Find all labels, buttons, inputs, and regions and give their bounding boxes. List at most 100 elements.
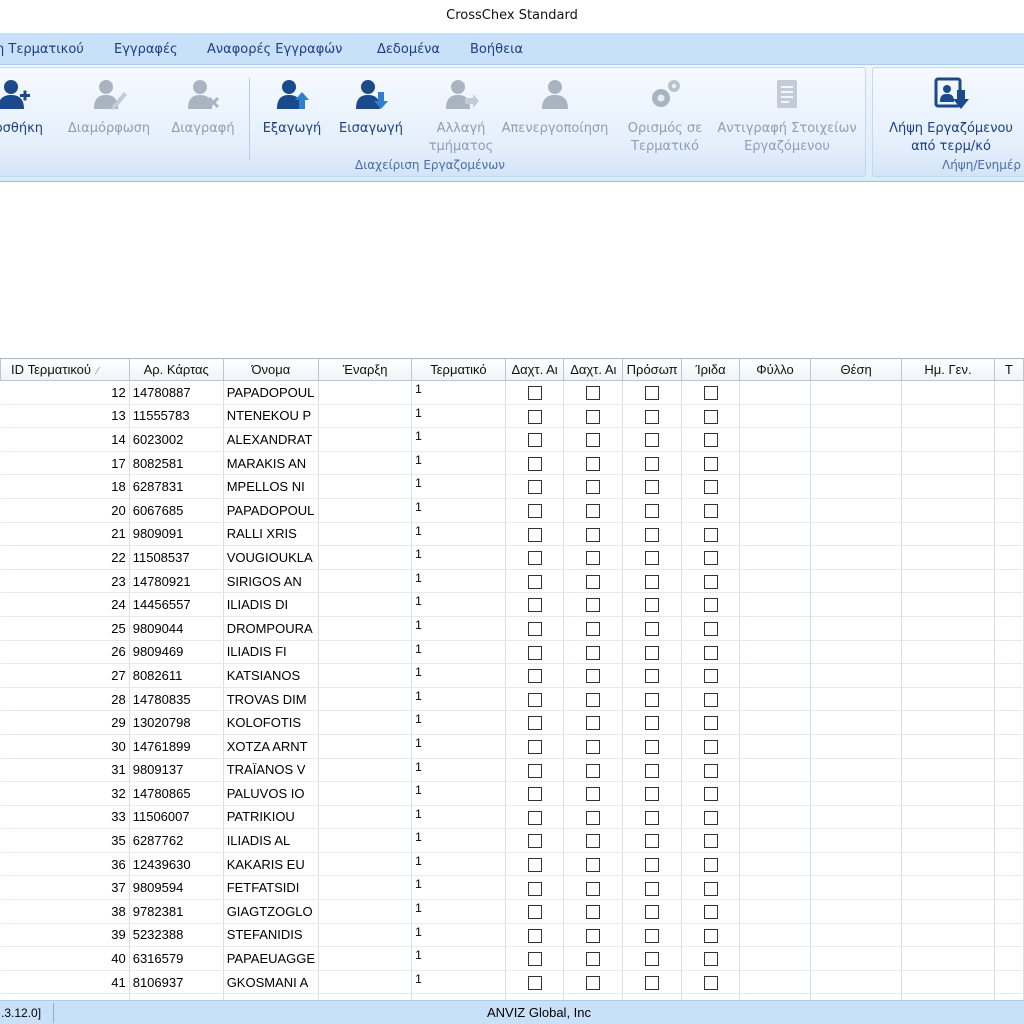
iris-checkbox[interactable] <box>703 456 718 471</box>
iris-checkbox[interactable] <box>703 857 718 872</box>
fingerprint-2-checkbox[interactable] <box>586 409 601 424</box>
table-row[interactable]: 18 6287831 MPELLOS NI 1 <box>0 474 1024 499</box>
fingerprint-2-checkbox[interactable] <box>586 598 601 613</box>
iris-checkbox[interactable] <box>703 905 718 920</box>
face-checkbox[interactable] <box>645 810 660 825</box>
iris-checkbox[interactable] <box>703 480 718 495</box>
iris-checkbox[interactable] <box>703 716 718 731</box>
face-checkbox[interactable] <box>645 386 660 401</box>
col-header-card-number[interactable]: Αρ. Κάρτας <box>128 358 224 381</box>
fingerprint-2-checkbox[interactable] <box>586 527 601 542</box>
col-header-fingerprint-1[interactable]: Δαχτ. Αι <box>504 358 565 381</box>
change-department-button[interactable]: Αλλαγή τμήματος <box>415 76 507 160</box>
col-header-gender[interactable]: Φύλλο <box>739 358 811 381</box>
iris-checkbox[interactable] <box>703 504 718 519</box>
fingerprint-1-checkbox[interactable] <box>527 857 542 872</box>
table-row[interactable]: 26 9809469 ILIADIS FI 1 <box>0 640 1024 665</box>
menu-records[interactable]: Εγγραφές <box>114 33 178 65</box>
table-row[interactable]: 25 9809044 DROMPOURA 1 <box>0 616 1024 641</box>
table-row[interactable]: 39 5232388 STEFANIDIS 1 <box>0 923 1024 948</box>
col-header-extra[interactable]: Τ <box>993 358 1024 381</box>
face-checkbox[interactable] <box>645 905 660 920</box>
col-header-birth-date[interactable]: Ημ. Γεν. <box>901 358 995 381</box>
fingerprint-1-checkbox[interactable] <box>527 409 542 424</box>
fingerprint-2-checkbox[interactable] <box>586 433 601 448</box>
export-employee-button[interactable]: Εξαγωγή <box>257 76 327 160</box>
table-row[interactable]: 38 9782381 GIAGTZOGLO 1 <box>0 899 1024 924</box>
fingerprint-2-checkbox[interactable] <box>586 456 601 471</box>
iris-checkbox[interactable] <box>703 598 718 613</box>
fingerprint-1-checkbox[interactable] <box>527 622 542 637</box>
fingerprint-1-checkbox[interactable] <box>527 504 542 519</box>
copy-employee-data-button[interactable]: Αντιγραφή Στοιχείων Εργαζόμενου <box>713 76 861 160</box>
face-checkbox[interactable] <box>645 622 660 637</box>
table-row[interactable]: 24 14456557 ILIADIS DI 1 <box>0 592 1024 617</box>
table-row[interactable]: 32 14780865 PALUVOS IO 1 <box>0 781 1024 806</box>
fingerprint-1-checkbox[interactable] <box>527 551 542 566</box>
table-row[interactable]: 21 9809091 RALLI XRIS 1 <box>0 522 1024 547</box>
face-checkbox[interactable] <box>645 527 660 542</box>
fingerprint-2-checkbox[interactable] <box>586 857 601 872</box>
fingerprint-1-checkbox[interactable] <box>527 787 542 802</box>
face-checkbox[interactable] <box>645 433 660 448</box>
table-row[interactable]: 40 6316579 PAPAEUAGGE 1 <box>0 946 1024 971</box>
iris-checkbox[interactable] <box>703 763 718 778</box>
iris-checkbox[interactable] <box>703 574 718 589</box>
iris-checkbox[interactable] <box>703 692 718 707</box>
fingerprint-2-checkbox[interactable] <box>586 975 601 990</box>
fingerprint-2-checkbox[interactable] <box>586 952 601 967</box>
face-checkbox[interactable] <box>645 739 660 754</box>
table-row[interactable]: 33 11506007 PATRIKIOU 1 <box>0 805 1024 830</box>
face-checkbox[interactable] <box>645 692 660 707</box>
face-checkbox[interactable] <box>645 480 660 495</box>
fingerprint-1-checkbox[interactable] <box>527 598 542 613</box>
face-checkbox[interactable] <box>645 716 660 731</box>
face-checkbox[interactable] <box>645 551 660 566</box>
fingerprint-2-checkbox[interactable] <box>586 669 601 684</box>
fingerprint-2-checkbox[interactable] <box>586 739 601 754</box>
col-header-position[interactable]: Θέση <box>809 358 903 381</box>
fingerprint-2-checkbox[interactable] <box>586 834 601 849</box>
fingerprint-2-checkbox[interactable] <box>586 928 601 943</box>
fingerprint-2-checkbox[interactable] <box>586 692 601 707</box>
iris-checkbox[interactable] <box>703 433 718 448</box>
table-row[interactable]: 31 9809137 TRAÏANOS V 1 <box>0 758 1024 783</box>
fingerprint-2-checkbox[interactable] <box>586 645 601 660</box>
iris-checkbox[interactable] <box>703 787 718 802</box>
iris-checkbox[interactable] <box>703 810 718 825</box>
table-row[interactable]: 35 6287762 ILIADIS AL 1 <box>0 828 1024 853</box>
table-row[interactable]: 14 6023002 ALEXANDRAT 1 <box>0 427 1024 452</box>
iris-checkbox[interactable] <box>703 409 718 424</box>
face-checkbox[interactable] <box>645 952 660 967</box>
iris-checkbox[interactable] <box>703 622 718 637</box>
table-row[interactable]: 27 8082611 KATSIANOS 1 <box>0 663 1024 688</box>
fingerprint-1-checkbox[interactable] <box>527 905 542 920</box>
fingerprint-2-checkbox[interactable] <box>586 504 601 519</box>
col-header-terminal-id[interactable]: ID Τερματικού ⁄ <box>0 358 130 381</box>
fingerprint-1-checkbox[interactable] <box>527 928 542 943</box>
face-checkbox[interactable] <box>645 409 660 424</box>
face-checkbox[interactable] <box>645 787 660 802</box>
col-header-face[interactable]: Πρόσωπ <box>622 358 683 381</box>
iris-checkbox[interactable] <box>703 739 718 754</box>
table-row[interactable]: 29 13020798 KOLOFOTIS 1 <box>0 710 1024 735</box>
iris-checkbox[interactable] <box>703 386 718 401</box>
table-row[interactable]: 13 11555783 NTENEKOU P 1 <box>0 404 1024 429</box>
fingerprint-1-checkbox[interactable] <box>527 456 542 471</box>
iris-checkbox[interactable] <box>703 952 718 967</box>
fingerprint-2-checkbox[interactable] <box>586 905 601 920</box>
fingerprint-2-checkbox[interactable] <box>586 551 601 566</box>
table-row[interactable]: 22 11508537 VOUGIOUKLA 1 <box>0 545 1024 570</box>
set-terminal-button[interactable]: Ορισμός σε Τερματικό <box>621 76 709 160</box>
face-checkbox[interactable] <box>645 928 660 943</box>
face-checkbox[interactable] <box>645 504 660 519</box>
fingerprint-1-checkbox[interactable] <box>527 692 542 707</box>
fingerprint-1-checkbox[interactable] <box>527 716 542 731</box>
face-checkbox[interactable] <box>645 763 660 778</box>
window-title-bar[interactable]: CrossChex Standard <box>0 0 1024 33</box>
fingerprint-2-checkbox[interactable] <box>586 787 601 802</box>
col-header-terminal[interactable]: Τερματικό <box>411 358 506 381</box>
fingerprint-1-checkbox[interactable] <box>527 881 542 896</box>
fingerprint-1-checkbox[interactable] <box>527 386 542 401</box>
fingerprint-2-checkbox[interactable] <box>586 881 601 896</box>
